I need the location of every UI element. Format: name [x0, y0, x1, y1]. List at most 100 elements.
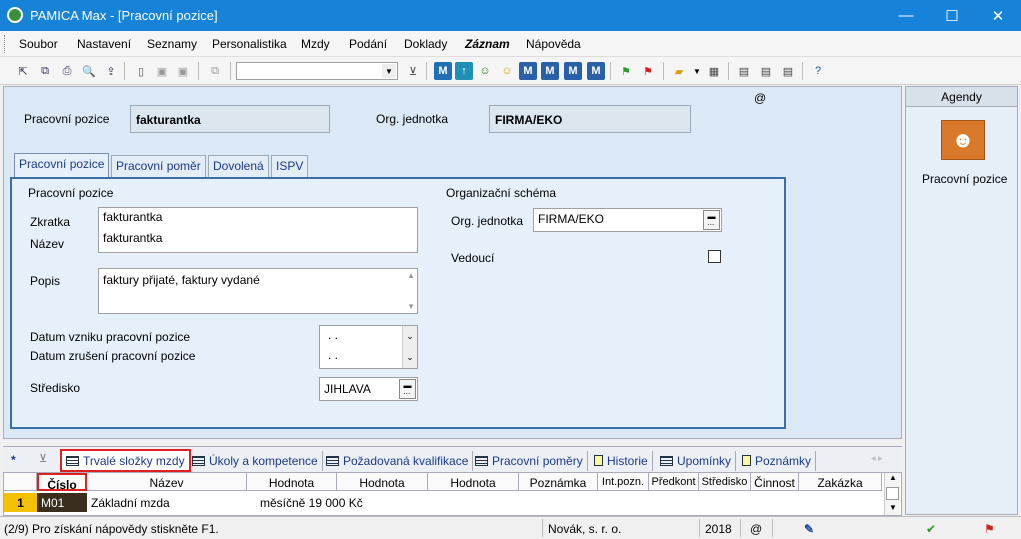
menu-personalistika[interactable]: Personalistika	[212, 37, 287, 51]
message-icon[interactable]: ▤	[735, 62, 753, 80]
tab-kvalifikace[interactable]: Požadovaná kvalifikace	[322, 451, 474, 471]
check-icon[interactable]: ✔	[926, 522, 936, 536]
filter-combo[interactable]: ▼	[236, 62, 398, 80]
scroll-up-icon[interactable]: ▲	[407, 271, 415, 280]
menu-doklady[interactable]: Doklady	[404, 37, 447, 51]
copy-icon[interactable]: ⧉	[36, 62, 54, 80]
tab-historie-label: Historie	[607, 454, 648, 468]
datum-vzniku-input[interactable]: . .	[328, 328, 338, 342]
col-cislo[interactable]: Číslo	[37, 473, 87, 492]
person-up-icon[interactable]: ↑	[455, 62, 473, 80]
datum-zruseni-input[interactable]: . .	[328, 348, 338, 362]
help-icon[interactable]: ?	[809, 62, 827, 80]
notes-icon[interactable]: ▤	[779, 62, 797, 80]
flag-red-icon[interactable]: ⚑	[639, 62, 657, 80]
org-group-title: Organizační schéma	[446, 186, 557, 200]
flag-green-icon[interactable]: ⚑	[617, 62, 635, 80]
lookup-icon[interactable]: ▬...	[703, 210, 720, 230]
status-separator	[542, 519, 543, 537]
m-blue-icon[interactable]: M	[434, 62, 452, 80]
chevron-down-icon[interactable]: ⌄	[402, 347, 417, 368]
col-cinnost[interactable]: Činnost	[751, 473, 799, 491]
tab-trvale-slozky-label: Trvalé složky mzdy	[83, 454, 185, 468]
m-red-icon-2[interactable]: M	[541, 62, 559, 80]
star-icon[interactable]: *	[11, 453, 16, 467]
col-nazev[interactable]: Název	[87, 473, 247, 491]
menu-nastaveni[interactable]: Nastavení	[77, 37, 131, 51]
filter-icon[interactable]: ⊻	[404, 62, 422, 80]
col-poznamka[interactable]: Poznámka	[519, 473, 598, 491]
person-yellow-icon[interactable]: ☺	[498, 62, 516, 80]
menu-podani[interactable]: Podání	[349, 37, 387, 51]
group-title: Pracovní pozice	[28, 186, 114, 200]
folder-icon[interactable]: ▰	[670, 62, 688, 80]
scroll-down-icon[interactable]: ▼	[889, 503, 897, 512]
person-green-icon[interactable]: ☺	[476, 62, 494, 80]
zkratka-input[interactable]: fakturantka	[103, 210, 162, 224]
minimize-button[interactable]: —	[883, 0, 929, 31]
menu-mzdy[interactable]: Mzdy	[301, 37, 330, 51]
chevron-down-icon[interactable]: ⌄	[402, 326, 417, 347]
col-int-pozn[interactable]: Int.pozn.	[598, 473, 649, 491]
at-icon[interactable]: @	[754, 91, 766, 105]
col-hodnota-2[interactable]: Hodnota	[337, 473, 428, 491]
close-button[interactable]: ✕	[975, 0, 1021, 31]
new-icon[interactable]: ▯	[132, 62, 150, 80]
stredisko-input[interactable]: JIHLAVA ▬...	[319, 377, 418, 401]
filter-icon[interactable]: ⊻	[39, 452, 47, 465]
scroll-tabs-icon[interactable]: ◂ ▸	[871, 453, 883, 464]
row-number[interactable]: 1	[4, 493, 37, 512]
save-icon[interactable]: ▣	[153, 62, 171, 80]
title-bar: PAMICA Max - [Pracovní pozice] — ☐ ✕	[0, 0, 1021, 31]
scroll-thumb[interactable]	[886, 487, 899, 500]
m-red-icon-3[interactable]: M	[564, 62, 582, 80]
calculator-icon[interactable]: ▦	[705, 62, 723, 80]
print-icon[interactable]: ⎙	[58, 62, 76, 80]
org-input[interactable]: FIRMA/EKO ▬...	[533, 208, 722, 232]
tab-poznamky[interactable]: Poznámky	[738, 451, 817, 471]
tab-pracovni-pomery[interactable]: Pracovní poměry	[471, 451, 588, 471]
col-zakazka[interactable]: Zakázka	[799, 473, 882, 491]
flag-icon[interactable]: ⚑	[984, 522, 995, 536]
scroll-up-icon[interactable]: ▲	[889, 473, 897, 482]
tab-ukoly[interactable]: Úkoly a kompetence	[188, 451, 323, 471]
person-icon[interactable]: ☻	[941, 120, 985, 160]
export-icon[interactable]: ⇪	[102, 62, 120, 80]
menu-soubor[interactable]: Soubor	[19, 37, 58, 51]
nazev-input[interactable]: fakturantka	[103, 231, 162, 245]
m-red-icon-4[interactable]: M	[587, 62, 605, 80]
col-stredisko[interactable]: Středisko	[699, 473, 751, 491]
tab-trvale-slozky[interactable]: Trvalé složky mzdy	[60, 449, 191, 472]
tab-ispv[interactable]: ISPV	[271, 155, 309, 177]
exit-icon[interactable]: ⇱	[14, 62, 32, 80]
tab-pracovni-pozice[interactable]: Pracovní pozice	[14, 153, 110, 178]
table-row-hodnota[interactable]: měsíčně 19 000 Kč	[260, 493, 430, 512]
chevron-down-icon[interactable]: ▼	[382, 64, 396, 78]
maximize-button[interactable]: ☐	[929, 0, 975, 31]
tab-dovolena[interactable]: Dovolená	[208, 155, 269, 177]
chevron-down-icon[interactable]: ▼	[688, 62, 706, 80]
save-all-icon[interactable]: ▣	[174, 62, 192, 80]
scroll-down-icon[interactable]: ▼	[407, 302, 415, 311]
preview-icon[interactable]: 🔍	[80, 62, 98, 80]
pen-icon[interactable]: ✎	[804, 522, 814, 536]
agendy-item-label[interactable]: Pracovní pozice	[922, 172, 1007, 186]
table-row-cislo[interactable]: M01	[37, 493, 87, 512]
duplicate-icon[interactable]: ⧉	[206, 62, 224, 80]
menu-zaznam[interactable]: Záznam	[465, 37, 510, 51]
menu-seznamy[interactable]: Seznamy	[147, 37, 197, 51]
col-hodnota-1[interactable]: Hodnota	[247, 473, 337, 491]
m-red-icon[interactable]: M	[519, 62, 537, 80]
grid-scrollbar[interactable]: ▲ ▼	[884, 473, 900, 515]
col-predkont[interactable]: Předkont	[649, 473, 699, 491]
tab-pracovni-pomer[interactable]: Pracovní poměr	[111, 155, 206, 177]
vedouci-checkbox[interactable]	[708, 250, 721, 263]
col-hodnota-3[interactable]: Hodnota	[428, 473, 519, 491]
menu-napoveda[interactable]: Nápověda	[526, 37, 581, 51]
popis-textarea[interactable]: faktury přijaté, faktury vydané ▲ ▼	[98, 268, 418, 314]
lookup-icon[interactable]: ▬...	[399, 379, 416, 399]
list-icon[interactable]: ▤	[757, 62, 775, 80]
tab-historie[interactable]: Historie	[590, 451, 653, 471]
table-row-nazev[interactable]: Základní mzda	[91, 493, 241, 512]
tab-upominky[interactable]: Upomínky	[656, 451, 737, 471]
